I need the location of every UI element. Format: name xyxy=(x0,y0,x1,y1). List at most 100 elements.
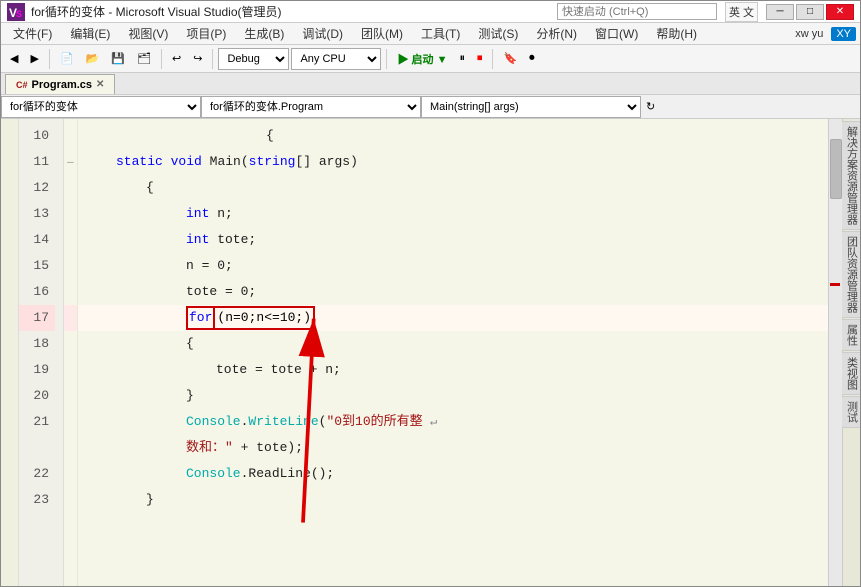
window-controls: ─ □ ✕ xyxy=(766,4,854,20)
forward-button[interactable]: ▶ xyxy=(25,48,43,70)
project-nav-dropdown[interactable]: for循环的变体 xyxy=(1,96,201,118)
undo-button[interactable]: ↩ xyxy=(167,48,186,70)
platform-dropdown[interactable]: Any CPU xyxy=(291,48,381,70)
stop-button[interactable]: ⏹ xyxy=(472,48,488,70)
quicklaunch-input[interactable] xyxy=(557,3,717,20)
line-num-18: 18 xyxy=(19,331,55,357)
user-label: xw yu xyxy=(795,28,823,40)
side-tab-props[interactable]: 属性 xyxy=(841,319,861,351)
back-button[interactable]: ◀ xyxy=(5,48,23,70)
tab-program-cs[interactable]: C# Program.cs ✕ xyxy=(5,74,115,94)
scroll-marker-17 xyxy=(830,283,840,286)
side-tab-solution[interactable]: 解决方案资源管理器 xyxy=(841,121,861,230)
line-num-11: 11 xyxy=(19,149,55,175)
close-tab-icon[interactable]: ✕ xyxy=(96,79,104,90)
code-line-11: static void Main( string [] args) xyxy=(78,149,828,175)
code-line-14: int tote; xyxy=(78,227,828,253)
code-line-13: int n; xyxy=(78,201,828,227)
side-tab-team[interactable]: 团队资源管理器 xyxy=(841,231,861,318)
code-editor[interactable]: 10 11 12 13 14 15 16 17 18 19 20 21 22 2… xyxy=(19,119,842,587)
toolbar-sep-3 xyxy=(212,49,213,69)
minimize-button[interactable]: ─ xyxy=(766,4,794,20)
open-button[interactable]: 📂 xyxy=(81,48,105,70)
code-line-10: { xyxy=(78,123,828,149)
lang-label: 英 文 xyxy=(725,2,758,22)
side-tab-test[interactable]: 测试 xyxy=(841,396,861,428)
menu-window[interactable]: 窗口(W) xyxy=(587,23,646,44)
nav-refresh-button[interactable]: ↻ xyxy=(641,96,665,118)
line-num-21b xyxy=(19,435,55,461)
menu-view[interactable]: 视图(V) xyxy=(120,23,176,44)
menu-help[interactable]: 帮助(H) xyxy=(648,23,705,44)
code-line-20: } xyxy=(78,383,828,409)
toolbar-sep-4 xyxy=(386,49,387,69)
vertical-scrollbar[interactable] xyxy=(828,119,842,587)
collapse-11[interactable]: ─ xyxy=(64,149,77,175)
line-num-14: 14 xyxy=(19,227,55,253)
left-gutter xyxy=(1,119,19,587)
menu-bar: 文件(F) 编辑(E) 视图(V) 项目(P) 生成(B) 调试(D) 团队(M… xyxy=(1,23,860,45)
code-lines[interactable]: { static void Main( string [] args) { xyxy=(78,119,828,587)
side-tab-classview[interactable]: 类视图 xyxy=(841,352,861,395)
line-num-13: 13 xyxy=(19,201,55,227)
toolbar-sep-5 xyxy=(492,49,493,69)
menu-build[interactable]: 生成(B) xyxy=(236,23,292,44)
line-num-21: 21 xyxy=(19,409,55,435)
line-num-17: 17 xyxy=(19,305,55,331)
toolbar-sep-2 xyxy=(161,49,162,69)
title-bar: V S for循环的变体 - Microsoft Visual Studio(管… xyxy=(1,1,860,23)
line-num-10: 10 xyxy=(19,123,55,149)
tab-bar: C# Program.cs ✕ xyxy=(1,73,860,95)
save-button[interactable]: 💾 xyxy=(106,48,130,70)
code-line-21-cont: 数和：" + tote); xyxy=(78,435,828,461)
collapse-markers: ─ xyxy=(64,119,78,587)
code-line-22: Console .ReadLine(); xyxy=(78,461,828,487)
code-line-18: { xyxy=(78,331,828,357)
vs-logo: V S xyxy=(7,3,25,21)
code-line-12: { xyxy=(78,175,828,201)
tab-icon: C# xyxy=(16,80,28,90)
pause-button[interactable]: ⏸ xyxy=(454,48,470,70)
menu-debug[interactable]: 调试(D) xyxy=(294,23,351,44)
method-nav-dropdown[interactable]: Main(string[] args) xyxy=(421,96,641,118)
toolbar-sep-1 xyxy=(49,49,50,69)
menu-team[interactable]: 团队(M) xyxy=(353,23,411,44)
menu-project[interactable]: 项目(P) xyxy=(178,23,234,44)
main-window: V S for循环的变体 - Microsoft Visual Studio(管… xyxy=(0,0,861,587)
start-button[interactable]: ▶ 启动 ▼ xyxy=(392,48,452,70)
menu-analyze[interactable]: 分析(N) xyxy=(528,23,585,44)
code-line-21: Console . WriteLine ( "0到10的所有整 ↵ xyxy=(78,409,828,435)
menu-test[interactable]: 测试(S) xyxy=(470,23,526,44)
menu-edit[interactable]: 编辑(E) xyxy=(62,23,118,44)
line-num-22: 22 xyxy=(19,461,55,487)
window-title: for循环的变体 - Microsoft Visual Studio(管理员) xyxy=(31,3,557,20)
line-num-19: 19 xyxy=(19,357,55,383)
menu-file[interactable]: 文件(F) xyxy=(5,23,60,44)
scrollbar-thumb[interactable] xyxy=(830,139,842,199)
code-line-16: tote = 0; xyxy=(78,279,828,305)
code-line-17: for (n=0;n<=10;) xyxy=(78,305,828,331)
line-num-15: 15 xyxy=(19,253,55,279)
right-side-tabs: 解决方案资源管理器 团队资源管理器 属性 类视图 测试 xyxy=(842,119,860,587)
line-num-23: 23 xyxy=(19,487,55,513)
redo-button[interactable]: ↪ xyxy=(188,48,207,70)
line-num-12: 12 xyxy=(19,175,55,201)
nav-bar: for循环的变体 for循环的变体.Program Main(string[] … xyxy=(1,95,860,119)
maximize-button[interactable]: □ xyxy=(796,4,824,20)
breakpoint-button[interactable]: ⏺ xyxy=(524,48,540,70)
svg-text:S: S xyxy=(16,9,22,19)
close-button[interactable]: ✕ xyxy=(826,4,854,20)
line-num-16: 16 xyxy=(19,279,55,305)
menu-tools[interactable]: 工具(T) xyxy=(413,23,468,44)
line-num-20: 20 xyxy=(19,383,55,409)
class-nav-dropdown[interactable]: for循环的变体.Program xyxy=(201,96,421,118)
line-numbers: 10 11 12 13 14 15 16 17 18 19 20 21 22 2… xyxy=(19,119,64,587)
debug-config-dropdown[interactable]: Debug Release xyxy=(218,48,289,70)
new-file-button[interactable]: 📄 xyxy=(55,48,79,70)
save-all-button[interactable]: 🗂 xyxy=(132,48,156,70)
code-line-15: n = 0; xyxy=(78,253,828,279)
bookmark-button[interactable]: 🔖 xyxy=(498,48,522,70)
user-abbr-badge[interactable]: XY xyxy=(831,27,856,41)
toolbar: ◀ ▶ 📄 📂 💾 🗂 ↩ ↪ Debug Release Any CPU ▶ … xyxy=(1,45,860,73)
code-line-23: } xyxy=(78,487,828,513)
